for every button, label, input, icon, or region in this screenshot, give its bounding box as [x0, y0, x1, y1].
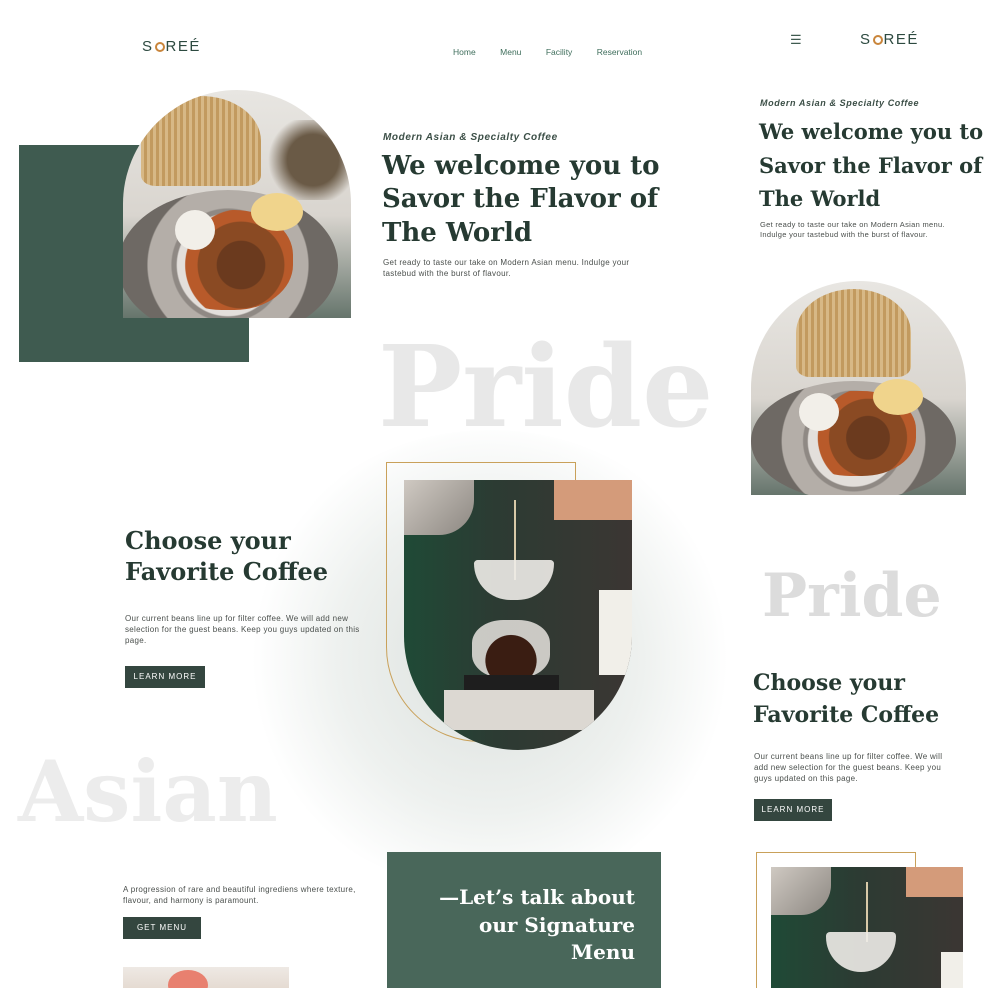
nav-home[interactable]: Home [453, 47, 476, 57]
logo-text: REÉ [165, 38, 201, 55]
logo-text: REÉ [883, 31, 919, 48]
hero-title-line: We welcome you to [382, 151, 660, 181]
coffee-title-line: Favorite Coffee [125, 557, 329, 587]
mobile-coffee-image [771, 867, 963, 988]
main-nav: Home Menu Facility Reservation [433, 42, 642, 60]
ghost-asian-text: Asian [18, 742, 278, 841]
hero-body: Get ready to taste our take on Modern As… [383, 258, 630, 278]
logo-text: S [860, 31, 872, 48]
nav-reservation[interactable]: Reservation [597, 47, 642, 57]
coffee-title: Choose your Favorite Coffee [125, 525, 328, 587]
mobile-food-image [751, 281, 966, 495]
mobile-hero-body: Get ready to taste our take on Modern As… [760, 220, 945, 240]
logo-text: S [142, 38, 154, 55]
nav-menu[interactable]: Menu [500, 47, 521, 57]
mobile-eyebrow: Modern Asian & Specialty Coffee [760, 98, 920, 108]
mobile-hero-title: We welcome you to Savor the Flavor of Th… [759, 115, 983, 216]
mobile-title-line: We welcome you to [759, 119, 984, 144]
coffee-body: Our current beans line up for filter cof… [125, 614, 360, 645]
hamburger-menu-icon[interactable]: ☰ [790, 32, 802, 48]
banner-title: —Let’s talk about our Signature Menu [439, 884, 635, 967]
coffee-title-line: Choose your [125, 526, 291, 555]
mobile-ghost-pride: Pride [762, 561, 942, 631]
signature-menu-banner[interactable]: —Let’s talk about our Signature Menu [387, 852, 661, 988]
banner-title-line: our Signature [479, 912, 635, 937]
get-menu-button[interactable]: GET MENU [123, 917, 201, 939]
logo-o-icon [872, 35, 883, 45]
logo-o-icon [154, 42, 165, 52]
mobile-coffee-line: Favorite Coffee [753, 701, 940, 728]
mobile-brand-logo[interactable]: S REÉ [860, 31, 919, 48]
mobile-title-line: The World [759, 186, 881, 212]
hero-food-image [123, 90, 351, 318]
learn-more-button[interactable]: LEARN MORE [125, 666, 205, 688]
brand-logo[interactable]: S REÉ [142, 38, 201, 55]
mobile-coffee-body: Our current beans line up for filter cof… [754, 752, 943, 783]
banner-title-line: —Let’s talk about [439, 885, 635, 909]
mobile-coffee-line: Choose your [753, 670, 905, 696]
menu-preview-image [123, 967, 289, 988]
mobile-title-line: Savor the Flavor of [759, 152, 983, 178]
nav-facility[interactable]: Facility [546, 47, 572, 57]
hero-title: We welcome you to Savor the Flavor of Th… [382, 150, 660, 250]
mobile-coffee-title: Choose your Favorite Coffee [753, 668, 939, 732]
hero-title-line: Savor the Flavor of [382, 184, 659, 215]
coffee-pour-image [404, 480, 632, 750]
menu-body: A progression of rare and beautiful ingr… [123, 885, 356, 905]
mobile-learn-more-button[interactable]: LEARN MORE [754, 799, 832, 821]
banner-title-line: Menu [571, 940, 635, 965]
hero-eyebrow: Modern Asian & Specialty Coffee [383, 132, 558, 143]
hero-title-line: The World [382, 217, 533, 248]
